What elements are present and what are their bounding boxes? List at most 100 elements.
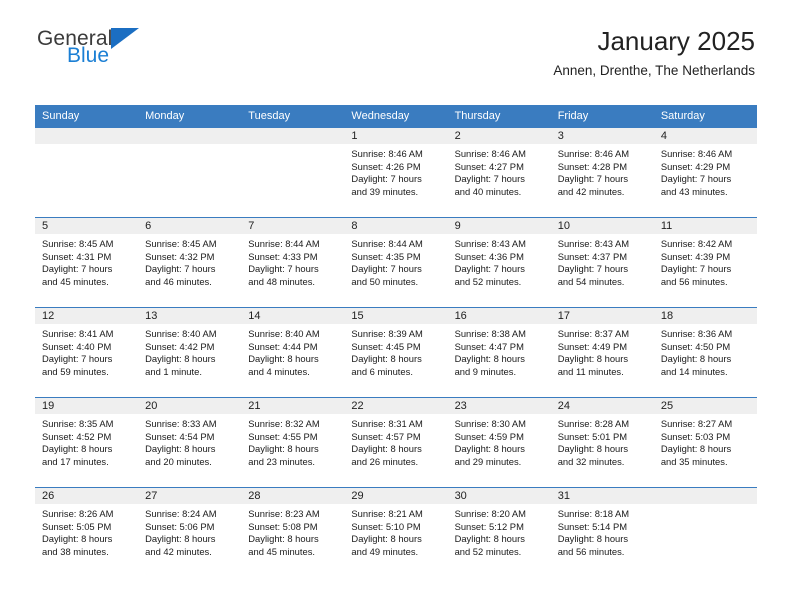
daylight-text-line1: Daylight: 8 hours xyxy=(42,443,113,455)
day-details: Sunrise: 8:33 AM Sunset: 4:54 PM Daylight:… xyxy=(138,414,241,468)
calendar-day-cell[interactable]: 20 Sunrise: 8:33 AM Sunset: 4:54 PM Dayligh… xyxy=(138,397,242,488)
sunset-text: Sunset: 4:39 PM xyxy=(660,250,731,262)
day-number xyxy=(35,128,139,144)
calendar-grid: Sunday Monday Tuesday Wednesday Thursday… xyxy=(35,105,757,577)
daylight-text-line2: and 52 minutes. xyxy=(454,545,522,557)
day-number: 18 xyxy=(653,308,757,324)
calendar-day-cell[interactable]: 5 Sunrise: 8:45 AM Sunset: 4:31 PM Daylight… xyxy=(35,217,139,308)
day-number: 21 xyxy=(241,398,345,414)
day-details: Sunrise: 8:40 AM Sunset: 4:42 PM Daylight:… xyxy=(138,324,241,378)
sunrise-text: Sunrise: 8:27 AM xyxy=(660,418,733,429)
calendar-day-cell[interactable]: 25 Sunrise: 8:27 AM Sunset: 5:03 PM Dayligh… xyxy=(653,397,757,488)
sunset-text: Sunset: 4:35 PM xyxy=(351,250,421,262)
sunset-text: Sunset: 5:01 PM xyxy=(557,430,628,442)
daylight-text-line2: and 35 minutes. xyxy=(660,455,728,467)
daylight-text-line1: Daylight: 8 hours xyxy=(351,353,422,365)
calendar-day-cell[interactable]: 8 Sunrise: 8:44 AM Sunset: 4:35 PM Daylight… xyxy=(344,217,448,308)
calendar-day-cell[interactable]: 18 Sunrise: 8:36 AM Sunset: 4:50 PM Dayligh… xyxy=(653,307,757,398)
calendar-day-cell[interactable]: 14 Sunrise: 8:40 AM Sunset: 4:44 PM Dayligh… xyxy=(241,307,345,398)
calendar-day-cell[interactable]: 6 Sunrise: 8:45 AM Sunset: 4:32 PM Daylight… xyxy=(138,217,242,308)
calendar-day-cell[interactable]: 29 Sunrise: 8:21 AM Sunset: 5:10 PM Dayligh… xyxy=(344,487,448,577)
calendar-day-cell[interactable]: 31 Sunrise: 8:18 AM Sunset: 5:14 PM Dayligh… xyxy=(550,487,654,577)
daylight-text-line2: and 42 minutes. xyxy=(145,545,212,557)
day-number: 7 xyxy=(241,218,345,234)
calendar-week-row: 12 Sunrise: 8:41 AM Sunset: 4:40 PM Dayligh… xyxy=(35,307,757,398)
daylight-text-line2: and 43 minutes. xyxy=(660,185,728,197)
daylight-text-line1: Daylight: 8 hours xyxy=(145,353,216,365)
daylight-text-line2: and 45 minutes. xyxy=(42,275,109,287)
day-number: 20 xyxy=(138,398,242,414)
calendar-body: 1 Sunrise: 8:46 AM Sunset: 4:26 PM Daylight… xyxy=(35,127,757,577)
day-number: 5 xyxy=(35,218,139,234)
sunrise-text: Sunrise: 8:37 AM xyxy=(557,328,630,339)
sunrise-text: Sunrise: 8:36 AM xyxy=(660,328,733,339)
sunrise-text: Sunrise: 8:43 AM xyxy=(557,238,630,249)
sunrise-text: Sunrise: 8:46 AM xyxy=(454,148,526,159)
day-number: 31 xyxy=(550,488,654,504)
daylight-text-line1: Daylight: 7 hours xyxy=(145,263,216,275)
daylight-text-line1: Daylight: 8 hours xyxy=(351,533,422,545)
calendar-day-cell[interactable]: 1 Sunrise: 8:46 AM Sunset: 4:26 PM Daylight… xyxy=(344,127,448,218)
day-number: 10 xyxy=(550,218,654,234)
day-number: 22 xyxy=(344,398,448,414)
daylight-text-line1: Daylight: 8 hours xyxy=(454,443,525,455)
calendar-day-cell[interactable]: 21 Sunrise: 8:32 AM Sunset: 4:55 PM Dayligh… xyxy=(241,397,345,488)
day-details: Sunrise: 8:42 AM Sunset: 4:39 PM Daylight:… xyxy=(654,234,757,288)
day-number: 24 xyxy=(550,398,654,414)
daylight-text-line1: Daylight: 7 hours xyxy=(454,263,525,275)
day-number: 4 xyxy=(653,128,757,144)
day-details: Sunrise: 8:46 AM Sunset: 4:27 PM Daylight:… xyxy=(448,144,551,198)
daylight-text-line1: Daylight: 8 hours xyxy=(557,443,629,455)
calendar-day-cell[interactable]: 17 Sunrise: 8:37 AM Sunset: 4:49 PM Dayligh… xyxy=(550,307,654,398)
sunset-text: Sunset: 4:52 PM xyxy=(42,430,112,442)
sunset-text: Sunset: 4:28 PM xyxy=(557,160,628,172)
calendar-day-cell[interactable]: 26 Sunrise: 8:26 AM Sunset: 5:05 PM Dayligh… xyxy=(35,487,139,577)
calendar-day-cell[interactable]: 24 Sunrise: 8:28 AM Sunset: 5:01 PM Dayligh… xyxy=(550,397,654,488)
day-details: Sunrise: 8:45 AM Sunset: 4:31 PM Daylight:… xyxy=(35,234,138,288)
day-details: Sunrise: 8:45 AM Sunset: 4:32 PM Daylight:… xyxy=(138,234,241,288)
weekday-header-row: Sunday Monday Tuesday Wednesday Thursday… xyxy=(35,105,757,128)
calendar-day-cell[interactable]: 23 Sunrise: 8:30 AM Sunset: 4:59 PM Dayligh… xyxy=(447,397,551,488)
sunset-text: Sunset: 5:03 PM xyxy=(660,430,731,442)
calendar-day-cell[interactable]: 27 Sunrise: 8:24 AM Sunset: 5:06 PM Dayligh… xyxy=(138,487,242,577)
calendar-day-cell[interactable]: 11 Sunrise: 8:42 AM Sunset: 4:39 PM Dayligh… xyxy=(653,217,757,308)
calendar-day-cell[interactable]: 16 Sunrise: 8:38 AM Sunset: 4:47 PM Dayligh… xyxy=(447,307,551,398)
calendar-day-cell[interactable]: 9 Sunrise: 8:43 AM Sunset: 4:36 PM Daylight… xyxy=(447,217,551,308)
calendar-day-cell[interactable]: 3 Sunrise: 8:46 AM Sunset: 4:28 PM Daylight… xyxy=(550,127,654,218)
day-details: Sunrise: 8:30 AM Sunset: 4:59 PM Daylight:… xyxy=(448,414,551,468)
calendar-day-cell[interactable]: 7 Sunrise: 8:44 AM Sunset: 4:33 PM Daylight… xyxy=(241,217,345,308)
daylight-text-line2: and 4 minutes. xyxy=(248,365,310,377)
sunset-text: Sunset: 4:26 PM xyxy=(351,160,421,172)
day-number: 3 xyxy=(550,128,654,144)
sunrise-text: Sunrise: 8:20 AM xyxy=(454,508,526,519)
calendar-day-cell[interactable]: 15 Sunrise: 8:39 AM Sunset: 4:45 PM Dayligh… xyxy=(344,307,448,398)
calendar-day-cell[interactable]: 22 Sunrise: 8:31 AM Sunset: 4:57 PM Dayligh… xyxy=(344,397,448,488)
calendar-day-cell[interactable]: 28 Sunrise: 8:23 AM Sunset: 5:08 PM Dayligh… xyxy=(241,487,345,577)
calendar-day-cell[interactable]: 12 Sunrise: 8:41 AM Sunset: 4:40 PM Dayligh… xyxy=(35,307,139,398)
day-number: 6 xyxy=(138,218,242,234)
sunrise-text: Sunrise: 8:32 AM xyxy=(248,418,320,429)
day-details: Sunrise: 8:39 AM Sunset: 4:45 PM Daylight:… xyxy=(344,324,447,378)
calendar-page: General Blue January 2025 Annen, Drenthe… xyxy=(0,0,792,612)
sunset-text: Sunset: 4:29 PM xyxy=(660,160,731,172)
logo[interactable]: General Blue xyxy=(37,28,237,80)
sunset-text: Sunset: 4:47 PM xyxy=(454,340,524,352)
sunrise-text: Sunrise: 8:30 AM xyxy=(454,418,526,429)
day-details: Sunrise: 8:32 AM Sunset: 4:55 PM Daylight:… xyxy=(241,414,344,468)
daylight-text-line2: and 38 minutes. xyxy=(42,545,109,557)
daylight-text-line2: and 39 minutes. xyxy=(351,185,419,197)
day-number: 17 xyxy=(550,308,654,324)
day-details: Sunrise: 8:40 AM Sunset: 4:44 PM Daylight:… xyxy=(241,324,344,378)
calendar-day-cell[interactable]: 19 Sunrise: 8:35 AM Sunset: 4:52 PM Dayligh… xyxy=(35,397,139,488)
daylight-text-line2: and 45 minutes. xyxy=(248,545,315,557)
calendar-day-cell[interactable]: 30 Sunrise: 8:20 AM Sunset: 5:12 PM Dayligh… xyxy=(447,487,551,577)
sunrise-text: Sunrise: 8:28 AM xyxy=(557,418,630,429)
calendar-day-cell[interactable]: 13 Sunrise: 8:40 AM Sunset: 4:42 PM Dayligh… xyxy=(138,307,242,398)
day-details: Sunrise: 8:20 AM Sunset: 5:12 PM Daylight:… xyxy=(448,504,551,558)
sunrise-text: Sunrise: 8:46 AM xyxy=(660,148,733,159)
sunset-text: Sunset: 5:10 PM xyxy=(351,520,421,532)
calendar-day-cell[interactable]: 2 Sunrise: 8:46 AM Sunset: 4:27 PM Daylight… xyxy=(447,127,551,218)
sunrise-text: Sunrise: 8:21 AM xyxy=(351,508,423,519)
calendar-day-cell[interactable]: 10 Sunrise: 8:43 AM Sunset: 4:37 PM Dayligh… xyxy=(550,217,654,308)
calendar-day-cell[interactable]: 4 Sunrise: 8:46 AM Sunset: 4:29 PM Daylight… xyxy=(653,127,757,218)
